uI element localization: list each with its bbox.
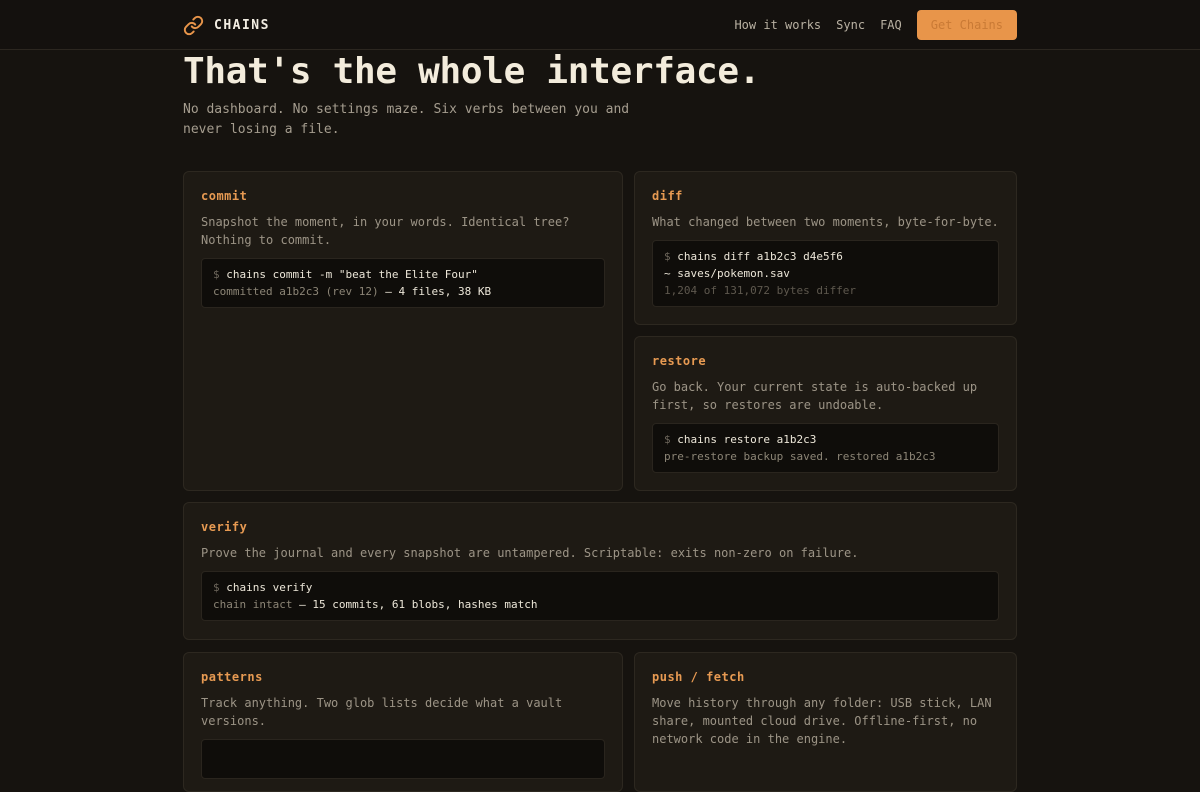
card-title: patterns — [201, 670, 263, 684]
card-commit: commit Snapshot the moment, in your word… — [183, 171, 623, 491]
card-title: diff — [652, 189, 683, 203]
nav-link-how-it-works[interactable]: How it works — [734, 18, 821, 32]
terminal-command: chains diff a1b2c3 d4e5f6 — [677, 250, 843, 263]
terminal-snippet: $ chains diff a1b2c3 d4e5f6 ~ saves/poke… — [652, 240, 999, 307]
link-chain-icon — [183, 15, 204, 35]
brand-name: CHAINS — [214, 17, 270, 33]
terminal-output-muted: chain intact — [213, 598, 293, 611]
card-push-fetch: push / fetch Move history through any fo… — [634, 652, 1017, 792]
terminal-command-line: $ chains restore a1b2c3 — [664, 431, 987, 448]
terminal-output-line: pre-restore backup saved. restored a1b2c… — [664, 450, 936, 463]
card-description: Snapshot the moment, in your words. Iden… — [201, 215, 570, 247]
top-nav: CHAINS How it works Sync FAQ Get Chains — [0, 0, 1200, 50]
terminal-output-line: 1,204 of 131,072 bytes differ — [664, 284, 857, 297]
terminal-command-line: $ chains commit -m "beat the Elite Four" — [213, 266, 593, 283]
terminal-output-bright: — 4 files, 38 KB — [378, 285, 492, 298]
card-verify: verify Prove the journal and every snaps… — [183, 502, 1017, 640]
card-diff: diff What changed between two moments, b… — [634, 171, 1017, 325]
terminal-command: chains restore a1b2c3 — [677, 433, 817, 446]
page-subtitle: No dashboard. No settings maze. Six verb… — [183, 102, 630, 137]
terminal-command-line: $ chains verify — [213, 579, 987, 596]
terminal-output-line: ~ saves/pokemon.sav — [664, 267, 790, 280]
card-description: Go back. Your current state is auto-back… — [652, 380, 978, 412]
terminal-prompt: $ — [664, 250, 671, 263]
terminal-snippet: $ chains restore a1b2c3 pre-restore back… — [652, 423, 999, 473]
card-title: restore — [652, 354, 707, 368]
get-chains-button[interactable]: Get Chains — [916, 10, 1017, 40]
card-title: verify — [201, 520, 248, 534]
card-description: Move history through any folder: USB sti… — [652, 696, 992, 746]
terminal-output-line: chain intact — 15 commits, 61 blobs, has… — [213, 596, 987, 613]
card-description: Prove the journal and every snapshot are… — [201, 546, 859, 560]
terminal-output-line: committed a1b2c3 (rev 12) — 4 files, 38 … — [213, 283, 593, 300]
terminal-output-bright: — 15 commits, 61 blobs, hashes match — [292, 598, 538, 611]
card-description: What changed between two moments, byte-f… — [652, 215, 999, 229]
terminal-output-muted: committed a1b2c3 (rev 12) — [213, 285, 379, 298]
nav-link-sync[interactable]: Sync — [836, 18, 865, 32]
terminal-prompt: $ — [213, 581, 220, 594]
terminal-prompt: $ — [664, 433, 671, 446]
terminal-command-line: $ chains diff a1b2c3 d4e5f6 — [664, 248, 987, 265]
page-title: That's the whole interface. — [183, 51, 761, 92]
nav-link-faq[interactable]: FAQ — [880, 18, 902, 32]
terminal-command: chains verify — [226, 581, 313, 594]
card-restore: restore Go back. Your current state is a… — [634, 336, 1017, 491]
nav-links: How it works Sync FAQ Get Chains — [734, 10, 1017, 40]
terminal-prompt: $ — [213, 268, 220, 281]
card-title: commit — [201, 189, 248, 203]
card-title: push / fetch — [652, 670, 745, 684]
terminal-snippet: $ chains verify chain intact — 15 commit… — [201, 571, 999, 621]
terminal-snippet — [201, 739, 605, 779]
card-description: Track anything. Two glob lists decide wh… — [201, 696, 563, 728]
terminal-snippet: $ chains commit -m "beat the Elite Four"… — [201, 258, 605, 308]
card-patterns: patterns Track anything. Two glob lists … — [183, 652, 623, 792]
terminal-command: chains commit -m "beat the Elite Four" — [226, 268, 478, 281]
brand-logo[interactable]: CHAINS — [183, 13, 270, 37]
